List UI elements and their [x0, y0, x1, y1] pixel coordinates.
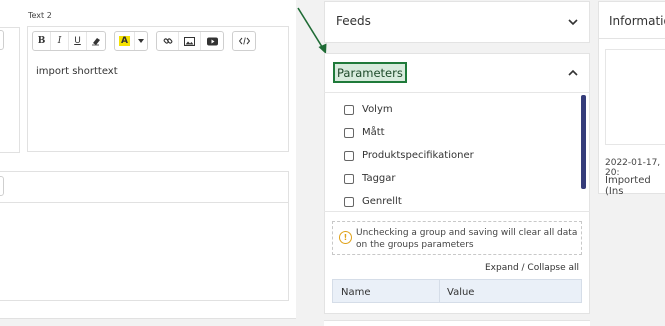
highlight-group: A: [114, 31, 148, 51]
checklist-divider: [324, 211, 590, 212]
group-label: Genrellt: [362, 196, 402, 207]
text1-toolbar-stub[interactable]: [0, 30, 4, 50]
warning-icon: !: [339, 231, 352, 244]
checkbox[interactable]: [344, 173, 354, 184]
highlight-icon: A: [119, 36, 130, 46]
list-item[interactable]: Volym: [333, 98, 581, 121]
image-icon: [184, 36, 195, 46]
warning-text: Unchecking a group and saving will clear…: [356, 228, 578, 250]
eraser-button[interactable]: [87, 32, 105, 50]
underline-button[interactable]: U: [69, 32, 87, 50]
column-name[interactable]: Name: [333, 280, 440, 302]
checkbox[interactable]: [344, 150, 354, 161]
bold-glyph: B: [37, 36, 46, 46]
parameters-divider: [324, 92, 590, 93]
expand-collapse-link[interactable]: Expand / Collapse all: [485, 263, 579, 273]
information-status: Imported (Ins: [605, 175, 651, 197]
group-checklist: Volym Mått Produktspecifikationer Taggar…: [333, 98, 581, 210]
caret-down-icon: [138, 39, 144, 43]
left-bottom-strip: [0, 318, 296, 326]
video-icon: [206, 37, 218, 45]
list-item[interactable]: Genrellt: [333, 190, 581, 213]
highlight-dropdown-button[interactable]: [135, 32, 147, 50]
italic-glyph: I: [57, 36, 62, 46]
lower-toolbar-stub[interactable]: [0, 176, 4, 196]
group-label: Produktspecifikationer: [362, 150, 474, 161]
checklist-scrollbar[interactable]: [581, 95, 586, 189]
group-label: Volym: [362, 104, 393, 115]
image-button[interactable]: [179, 32, 201, 50]
code-icon: [238, 37, 250, 45]
insert-group: [156, 31, 224, 51]
bold-button[interactable]: B: [33, 32, 51, 50]
text2-content[interactable]: import shorttext: [36, 66, 118, 77]
source-group: [232, 31, 256, 51]
checkbox[interactable]: [344, 127, 354, 138]
chevron-down-icon[interactable]: [567, 16, 579, 28]
underline-glyph: U: [74, 36, 81, 46]
text2-label: Text 2: [28, 11, 52, 20]
list-item[interactable]: Produktspecifikationer: [333, 144, 581, 167]
italic-button[interactable]: I: [51, 32, 69, 50]
middle-bottom-strip: [324, 320, 590, 326]
video-button[interactable]: [201, 32, 223, 50]
link-icon: [163, 38, 172, 44]
eraser-icon: [92, 38, 100, 46]
warning-box: ! Unchecking a group and saving will cle…: [332, 221, 582, 255]
text2-toolbar: B I U A: [32, 31, 256, 51]
link-button[interactable]: [157, 32, 179, 50]
feeds-title: Feeds: [336, 14, 371, 28]
checkbox[interactable]: [344, 196, 354, 207]
lower-editor-toolbar: [0, 171, 289, 203]
information-title: Informatio: [609, 14, 665, 28]
list-item[interactable]: Taggar: [333, 167, 581, 190]
chevron-up-icon[interactable]: [567, 67, 579, 79]
format-group: B I U: [32, 31, 106, 51]
information-preview: [605, 49, 665, 145]
group-label: Mått: [362, 127, 385, 138]
group-label: Taggar: [362, 173, 396, 184]
column-value[interactable]: Value: [440, 280, 474, 302]
parameters-title[interactable]: Parameters: [333, 62, 407, 83]
checkbox[interactable]: [344, 104, 354, 115]
highlight-color-button[interactable]: A: [115, 32, 135, 50]
list-item[interactable]: Mått: [333, 121, 581, 144]
source-code-button[interactable]: [233, 32, 255, 50]
parameters-table-header: Name Value: [332, 279, 582, 303]
